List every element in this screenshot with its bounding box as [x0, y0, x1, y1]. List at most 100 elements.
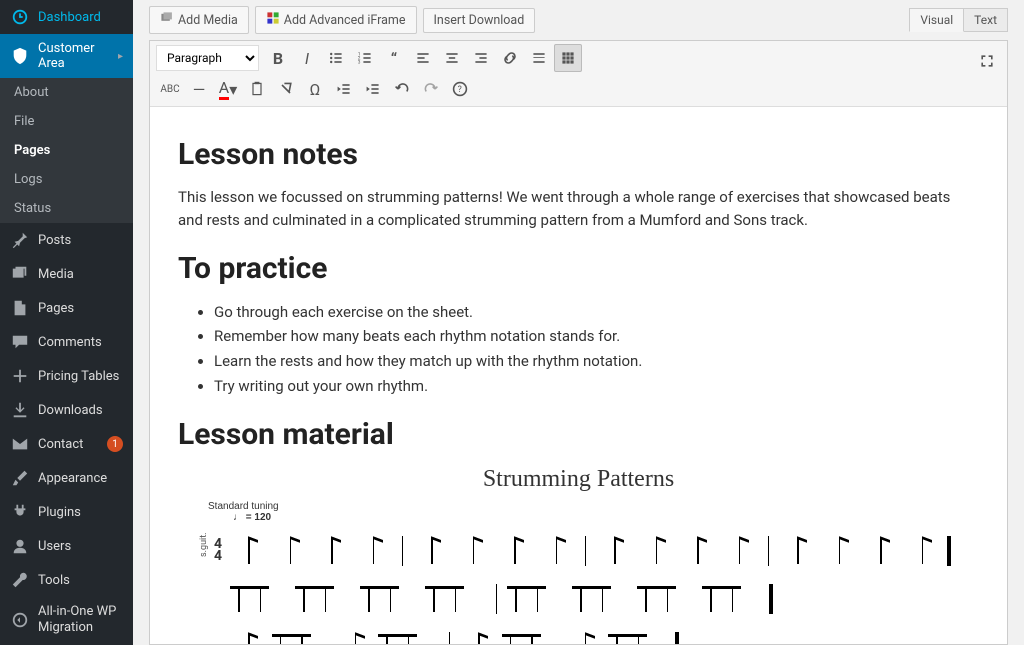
- menu-label: Dashboard: [38, 10, 123, 25]
- menu-migration[interactable]: All-in-One WP Migration: [0, 597, 133, 642]
- staff-line-3: [198, 627, 979, 645]
- media-icon: [10, 264, 30, 284]
- menu-label: Customer Area: [38, 41, 118, 71]
- time-signature: 44: [214, 539, 222, 561]
- outdent-button[interactable]: [330, 75, 358, 103]
- contact-badge: 1: [107, 436, 123, 452]
- iframe-icon: [266, 11, 280, 29]
- fullscreen-button[interactable]: [973, 47, 1001, 75]
- submenu-pages[interactable]: Pages: [0, 136, 133, 165]
- menu-tools[interactable]: Tools: [0, 563, 133, 597]
- menu-posts[interactable]: Posts: [0, 223, 133, 257]
- part-label: s.guit.: [199, 545, 209, 557]
- number-list-button[interactable]: 123: [351, 44, 379, 72]
- submenu-file[interactable]: File: [0, 107, 133, 136]
- strikethrough-button[interactable]: ABC: [156, 75, 184, 103]
- page-icon: [10, 298, 30, 318]
- toolbar-toggle-button[interactable]: [554, 44, 582, 72]
- help-button[interactable]: ?: [446, 75, 474, 103]
- redo-button[interactable]: [417, 75, 445, 103]
- list-item: Go through each exercise on the sheet.: [214, 300, 979, 325]
- paste-text-button[interactable]: [243, 75, 271, 103]
- menu-label: Media: [38, 267, 123, 282]
- undo-button[interactable]: [388, 75, 416, 103]
- indent-button[interactable]: [359, 75, 387, 103]
- brush-icon: [10, 468, 30, 488]
- staff-line-2: [198, 579, 979, 619]
- format-select[interactable]: Paragraph: [156, 45, 259, 71]
- intro-paragraph: This lesson we focussed on strumming pat…: [178, 186, 979, 233]
- menu-label: All-in-One WP Migration: [38, 604, 123, 635]
- editor-body[interactable]: Lesson notes This lesson we focussed on …: [150, 107, 1007, 644]
- list-item: Try writing out your own rhythm.: [214, 374, 979, 399]
- editor-toolbar: Paragraph B I 123 “ ABC — A ▾ Ω: [150, 41, 1007, 107]
- main-content: Add Media Add Advanced iFrame Insert Dow…: [133, 0, 1024, 645]
- list-item: Remember how many beats each rhythm nota…: [214, 324, 979, 349]
- submenu-about[interactable]: About: [0, 78, 133, 107]
- staff-line-1: s.guit. 44: [198, 531, 979, 571]
- menu-label: Appearance: [38, 471, 123, 486]
- menu-label: Users: [38, 539, 123, 554]
- download-icon: [10, 400, 30, 420]
- heading-lesson-notes: Lesson notes: [178, 137, 979, 172]
- submenu-logs[interactable]: Logs: [0, 165, 133, 194]
- list-item: Learn the rests and how they match up wi…: [214, 349, 979, 374]
- svg-text:3: 3: [358, 60, 361, 66]
- menu-appearance[interactable]: Appearance: [0, 461, 133, 495]
- italic-button[interactable]: I: [293, 44, 321, 72]
- link-button[interactable]: [496, 44, 524, 72]
- add-iframe-button[interactable]: Add Advanced iFrame: [255, 6, 417, 34]
- menu-label: Plugins: [38, 505, 123, 520]
- mail-icon: [10, 434, 30, 454]
- menu-label: Tools: [38, 573, 123, 588]
- wrench-icon: [10, 570, 30, 590]
- menu-label: Pages: [38, 301, 123, 316]
- align-right-button[interactable]: [467, 44, 495, 72]
- menu-users[interactable]: Users: [0, 529, 133, 563]
- menu-pages[interactable]: Pages: [0, 291, 133, 325]
- bold-button[interactable]: B: [264, 44, 292, 72]
- svg-text:?: ?: [458, 85, 462, 95]
- clear-format-button[interactable]: [272, 75, 300, 103]
- sheet-tempo: ♩ = 120: [233, 512, 979, 523]
- menu-label: Contact: [38, 437, 103, 452]
- menu-downloads[interactable]: Downloads: [0, 393, 133, 427]
- hr-button[interactable]: —: [185, 75, 213, 103]
- menu-pricing[interactable]: Pricing Tables: [0, 359, 133, 393]
- menu-label: Comments: [38, 335, 123, 350]
- heading-to-practice: To practice: [178, 251, 979, 286]
- align-center-button[interactable]: [438, 44, 466, 72]
- insert-download-button[interactable]: Insert Download: [423, 8, 536, 33]
- readmore-button[interactable]: [525, 44, 553, 72]
- align-left-button[interactable]: [409, 44, 437, 72]
- admin-sidebar: Dashboard Customer Area ▸ About File Pag…: [0, 0, 133, 645]
- menu-plugins[interactable]: Plugins: [0, 495, 133, 529]
- menu-contact[interactable]: Contact 1: [0, 427, 133, 461]
- editor-container: Paragraph B I 123 “ ABC — A ▾ Ω: [149, 40, 1008, 645]
- menu-label: Posts: [38, 233, 123, 248]
- special-char-button[interactable]: Ω: [301, 75, 329, 103]
- sheet-title: Strumming Patterns: [178, 466, 979, 493]
- menu-label: Downloads: [38, 403, 123, 418]
- textcolor-button[interactable]: A ▾: [214, 75, 242, 103]
- tab-text[interactable]: Text: [964, 8, 1008, 32]
- submenu-status[interactable]: Status: [0, 194, 133, 223]
- heading-lesson-material: Lesson material: [178, 417, 979, 452]
- media-toolbar: Add Media Add Advanced iFrame Insert Dow…: [149, 0, 1008, 40]
- menu-comments[interactable]: Comments: [0, 325, 133, 359]
- button-label: Add Media: [178, 13, 238, 28]
- menu-dashboard[interactable]: Dashboard: [0, 0, 133, 34]
- plug-icon: [10, 502, 30, 522]
- menu-media[interactable]: Media: [0, 257, 133, 291]
- button-label: Insert Download: [434, 13, 525, 28]
- add-media-button[interactable]: Add Media: [149, 6, 249, 34]
- dashboard-icon: [10, 7, 30, 27]
- toolbar-row-2: ABC — A ▾ Ω ?: [156, 73, 1001, 103]
- bullet-list-button[interactable]: [322, 44, 350, 72]
- pin-icon: [10, 230, 30, 250]
- blockquote-button[interactable]: “: [380, 44, 408, 72]
- tab-visual[interactable]: Visual: [909, 8, 964, 32]
- music-sheet: Strumming Patterns Standard tuning ♩ = 1…: [178, 466, 979, 645]
- practice-list: Go through each exercise on the sheet. R…: [214, 300, 979, 399]
- menu-customer-area[interactable]: Customer Area ▸: [0, 34, 133, 78]
